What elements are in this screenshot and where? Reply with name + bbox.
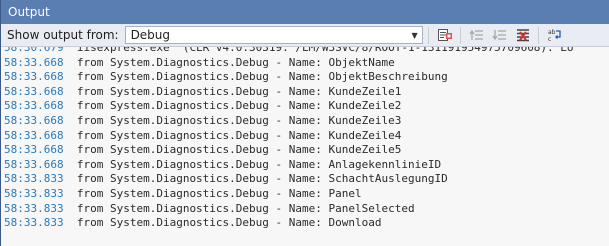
go-to-previous-message-icon	[469, 29, 483, 40]
output-line-timestamp: 58:33.668	[4, 99, 64, 113]
output-line-timestamp: 58:33.668	[4, 128, 64, 142]
output-line-text: from System.Diagnostics.Debug - Name: Ku…	[63, 113, 402, 127]
toggle-word-wrap-button[interactable]: ab c	[545, 25, 565, 45]
output-line-timestamp: 58:33.668	[4, 55, 64, 69]
output-line-text: from System.Diagnostics.Debug - Name: Ku…	[63, 84, 402, 98]
output-line-text: from System.Diagnostics.Debug - Name: Ku…	[63, 99, 402, 113]
output-line-text: from System.Diagnostics.Debug - Name: Ob…	[63, 70, 448, 84]
output-line: 58:33.668 from System.Diagnostics.Debug …	[1, 143, 609, 158]
toolbar-separator	[537, 26, 539, 44]
svg-text:ab: ab	[548, 29, 556, 36]
output-line: 58:33.833 from System.Diagnostics.Debug …	[1, 216, 609, 231]
show-output-label: Show output from:	[7, 28, 119, 42]
output-line: 58:33.833 from System.Diagnostics.Debug …	[1, 187, 609, 202]
find-message-in-code-icon	[437, 29, 452, 41]
output-line-text: from System.Diagnostics.Debug - Name: Ku…	[63, 143, 402, 157]
output-line-text: from System.Diagnostics.Debug - Name: An…	[63, 157, 442, 171]
output-line-timestamp: 58:33.833	[4, 201, 64, 215]
output-line-text: from System.Diagnostics.Debug - Name: Ob…	[63, 55, 395, 69]
window-title: Output	[8, 5, 50, 19]
output-line: 58:33.668 from System.Diagnostics.Debug …	[1, 129, 609, 144]
go-to-next-message-button[interactable]	[490, 25, 510, 45]
output-source-select[interactable]: Debug ▼	[124, 26, 423, 44]
output-line: 58:33.668 from System.Diagnostics.Debug …	[1, 85, 609, 100]
output-line: 58:30.679 iisexpress.exe (CLR v4.0.30319…	[1, 47, 609, 56]
clear-all-icon	[516, 29, 529, 42]
output-window: Output Show output from: Debug ▼ ab c 58…	[0, 0, 609, 246]
output-line-timestamp: 58:33.668	[4, 157, 64, 171]
output-line-text: from System.Diagnostics.Debug - Name: Pa…	[63, 186, 362, 200]
output-line: 58:33.668 from System.Diagnostics.Debug …	[1, 99, 609, 114]
output-line-text: from System.Diagnostics.Debug - Name: Ku…	[63, 128, 402, 142]
output-toolbar: Show output from: Debug ▼ ab c	[1, 24, 609, 47]
output-line-timestamp: 58:33.833	[4, 216, 64, 230]
toolbar-separator	[427, 26, 429, 44]
output-line-text: iisexpress.exe (CLR v4.0.30319: /LM/W3SV…	[63, 47, 574, 54]
output-line-text: from System.Diagnostics.Debug - Name: Sc…	[63, 172, 448, 186]
output-line-timestamp: 58:33.668	[4, 84, 64, 98]
output-line: 58:33.668 from System.Diagnostics.Debug …	[1, 56, 609, 71]
output-line-timestamp: 58:33.668	[4, 113, 64, 127]
output-line: 58:33.668 from System.Diagnostics.Debug …	[1, 70, 609, 85]
output-line-timestamp: 58:33.833	[4, 186, 64, 200]
output-line-timestamp: 58:33.668	[4, 143, 64, 157]
output-line: 58:33.833 from System.Diagnostics.Debug …	[1, 172, 609, 187]
chevron-down-icon[interactable]: ▼	[408, 31, 422, 40]
svg-text:c: c	[548, 36, 551, 43]
output-line-text: from System.Diagnostics.Debug - Name: Pa…	[63, 201, 415, 215]
output-line-timestamp: 58:33.668	[4, 70, 64, 84]
find-message-in-code-button[interactable]	[435, 25, 455, 45]
output-line: 58:33.833 from System.Diagnostics.Debug …	[1, 202, 609, 217]
output-line: 58:33.668 from System.Diagnostics.Debug …	[1, 158, 609, 173]
toggle-word-wrap-icon: ab c	[548, 29, 561, 43]
toolbar-separator	[459, 26, 461, 44]
output-text-area[interactable]: 58:30.679 iisexpress.exe (CLR v4.0.30319…	[1, 47, 609, 246]
output-titlebar[interactable]: Output	[1, 0, 609, 24]
output-line-text: from System.Diagnostics.Debug - Name: Do…	[63, 216, 382, 230]
output-line-timestamp: 58:30.679	[4, 47, 64, 54]
clear-all-button[interactable]	[513, 25, 533, 45]
go-to-previous-message-button[interactable]	[467, 25, 487, 45]
output-line: 58:33.668 from System.Diagnostics.Debug …	[1, 114, 609, 129]
go-to-next-message-icon	[492, 30, 506, 41]
output-line-timestamp: 58:33.833	[4, 172, 64, 186]
output-source-value: Debug	[130, 28, 171, 42]
